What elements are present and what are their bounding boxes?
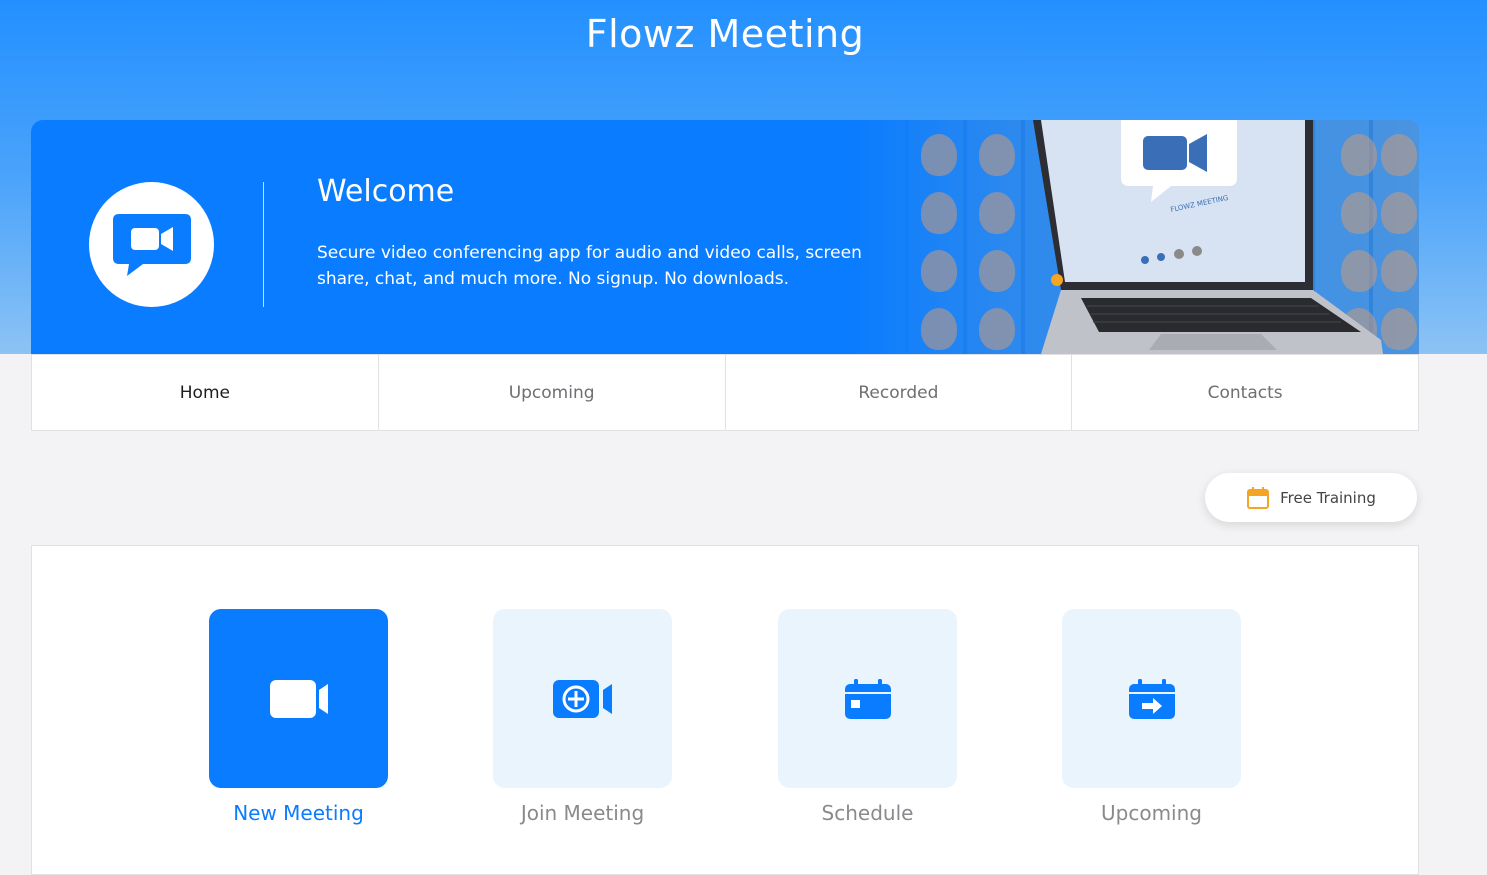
quick-actions-panel: New Meeting Join Meeting Schedule Upcomi… <box>31 545 1419 875</box>
welcome-description: Secure video conferencing app for audio … <box>317 243 862 289</box>
tab-contacts[interactable]: Contacts <box>1072 355 1418 430</box>
free-training-button[interactable]: Free Training <box>1205 473 1417 522</box>
main-tabs: Home Upcoming Recorded Contacts <box>31 354 1419 431</box>
upcoming-label: Upcoming <box>1101 801 1202 825</box>
banner-divider <box>263 182 264 307</box>
tab-home[interactable]: Home <box>32 355 379 430</box>
join-meeting-tile[interactable] <box>493 609 672 788</box>
upcoming-button[interactable]: Upcoming <box>1062 609 1241 825</box>
upcoming-tile[interactable] <box>1062 609 1241 788</box>
join-meeting-button[interactable]: Join Meeting <box>493 609 672 825</box>
welcome-banner: Welcome Secure video conferencing app fo… <box>31 120 1419 354</box>
new-meeting-tile[interactable] <box>209 609 388 788</box>
video-add-icon <box>552 679 612 718</box>
calendar-icon <box>1247 486 1270 509</box>
new-meeting-label: New Meeting <box>233 801 364 825</box>
schedule-label: Schedule <box>821 801 914 825</box>
free-training-label: Free Training <box>1280 488 1376 507</box>
welcome-title: Welcome <box>317 174 455 209</box>
calendar-icon <box>844 678 891 719</box>
schedule-button[interactable]: Schedule <box>778 609 957 825</box>
app-logo <box>89 182 214 307</box>
chat-video-icon <box>112 213 191 276</box>
video-camera-icon <box>269 679 328 718</box>
laptop-illustration: FLOWZ MEETING <box>1033 120 1383 354</box>
calendar-forward-icon <box>1128 678 1175 719</box>
tab-recorded[interactable]: Recorded <box>726 355 1073 430</box>
schedule-tile[interactable] <box>778 609 957 788</box>
new-meeting-button[interactable]: New Meeting <box>209 609 388 825</box>
app-title: Flowz Meeting <box>585 12 865 56</box>
tab-upcoming[interactable]: Upcoming <box>379 355 726 430</box>
join-meeting-label: Join Meeting <box>520 801 645 825</box>
